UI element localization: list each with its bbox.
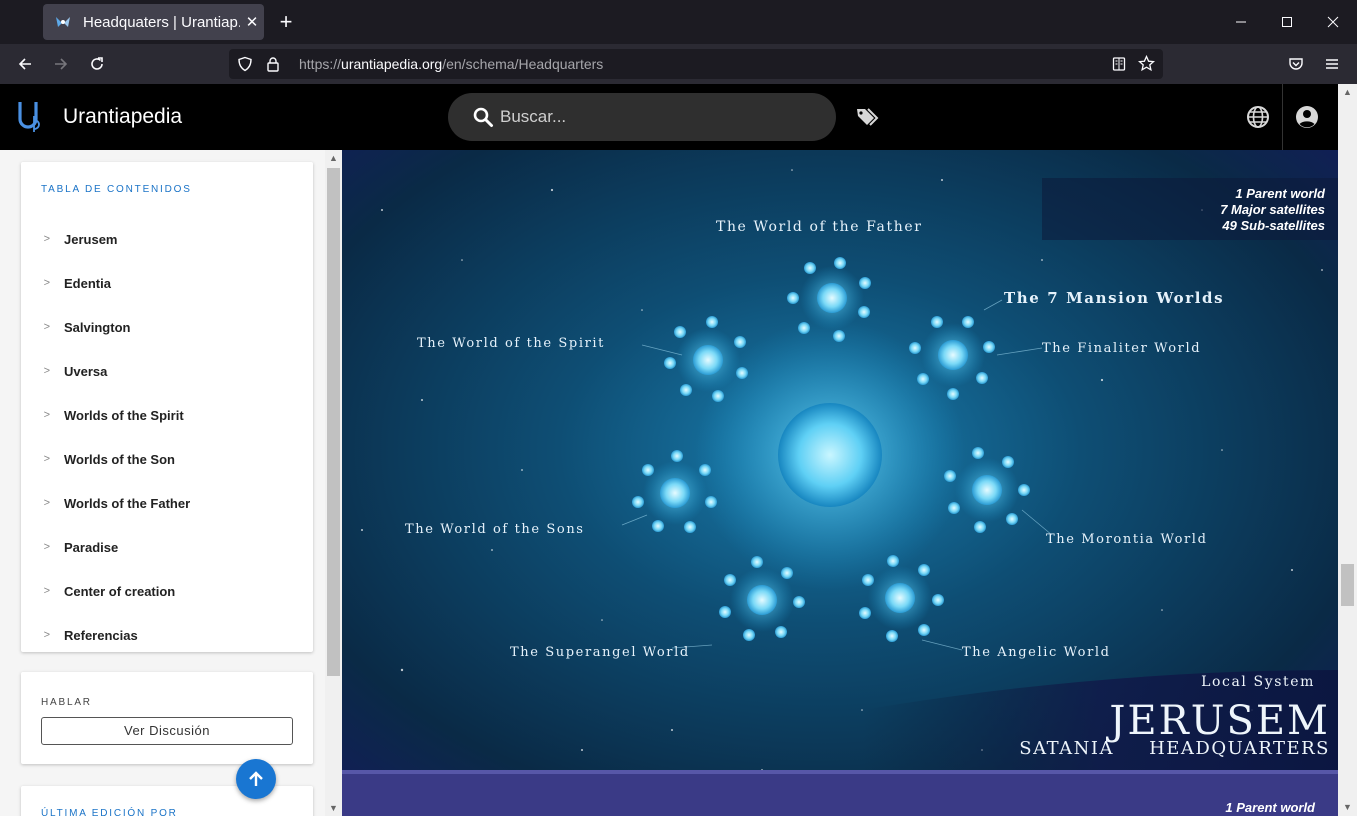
info-major-satellites: 7 Major satellites [1220,202,1325,217]
label-headquarters: HEADQUARTERS [1149,738,1330,759]
chevron-right-icon: > [43,409,50,421]
chevron-right-icon: > [43,629,50,641]
urantiapedia-logo[interactable] [17,99,51,133]
last-edit-title: ÚLTIMA EDICIÓN POR [41,808,178,816]
toc-item-edentia[interactable]: > Edentia [21,261,313,305]
label-mansion-worlds: The 7 Mansion Worlds [1004,289,1224,307]
chevron-right-icon: > [43,541,50,553]
label-finaliter-world: The Finaliter World [1042,341,1201,356]
new-tab-icon[interactable]: + [274,10,298,34]
close-tab-icon[interactable]: ✕ [240,13,264,31]
toc-item-label: Worlds of the Son [64,451,175,467]
chevron-right-icon: > [43,585,50,597]
pocket-icon[interactable] [1284,52,1308,76]
lock-icon[interactable] [265,56,281,72]
scroll-up-arrow-icon[interactable]: ▲ [324,150,343,166]
account-icon[interactable] [1295,105,1319,129]
toc-item-label: Paradise [64,539,119,555]
chevron-right-icon: > [43,453,50,465]
chevron-right-icon: > [43,365,50,377]
toc-item-label: Salvington [64,319,131,335]
maximize-icon[interactable] [1264,0,1310,44]
url-text[interactable]: https://urantiapedia.org/en/schema/Headq… [299,56,603,72]
sidebar-scrollbar[interactable]: ▲ ▼ [325,150,342,816]
scroll-down-arrow-icon[interactable]: ▼ [324,800,343,816]
chevron-right-icon: > [43,277,50,289]
toc-item-worlds-of-the-spirit[interactable]: > Worlds of the Spirit [21,393,313,437]
forward-icon[interactable] [49,52,73,76]
label-superangel-world: The Superangel World [510,645,690,660]
site-header: Urantiapedia [0,84,1357,150]
toc-item-label: Referencias [64,627,138,643]
globe-language-icon[interactable] [1246,105,1270,129]
page-scrollbar-thumb[interactable] [1341,564,1354,606]
header-divider [1282,84,1283,150]
reload-icon[interactable] [85,52,109,76]
toc-item-center-of-creation[interactable]: > Center of creation [21,569,313,613]
toc-item-label: Jerusem [64,231,118,247]
toc-item-uversa[interactable]: > Uversa [21,349,313,393]
label-world-of-the-father: The World of the Father [716,219,923,235]
label-satania: SATANIA [1019,738,1114,759]
label-morontia-world: The Morontia World [1046,532,1208,547]
scroll-to-top-button[interactable] [236,759,276,799]
view-discussion-button[interactable]: Ver Discusión [41,717,293,745]
toc-item-label: Edentia [64,275,111,291]
address-bar[interactable]: https://urantiapedia.org/en/schema/Headq… [229,49,1163,79]
label-world-of-the-sons: The World of the Sons [405,522,585,537]
toc-item-worlds-of-the-son[interactable]: > Worlds of the Son [21,437,313,481]
reader-view-icon[interactable] [1111,56,1127,72]
info-parent-world: 1 Parent world [1235,186,1326,201]
talk-card: HABLAR Ver Discusión [21,672,313,764]
talk-title: HABLAR [41,697,92,708]
toc-item-label: Worlds of the Father [64,495,191,511]
page-scroll-up-icon[interactable]: ▲ [1338,84,1357,100]
chevron-right-icon: > [43,497,50,509]
tab-title: Headquaters | Urantiap.. [83,13,240,31]
page-scrollbar[interactable]: ▲ ▼ [1338,84,1357,816]
browser-tab-bar: Headquaters | Urantiap.. ✕ + [0,0,1357,44]
label-local-system: Local System [1201,674,1315,690]
jerusem-diagram-image: The World of the Father The 7 Mansion Wo… [342,150,1338,816]
close-window-icon[interactable] [1310,0,1356,44]
chevron-right-icon: > [43,321,50,333]
toc-item-referencias[interactable]: > Referencias [21,613,313,657]
label-angelic-world: The Angelic World [962,645,1111,660]
toc-item-paradise[interactable]: > Paradise [21,525,313,569]
toc-item-label: Worlds of the Spirit [64,407,184,423]
back-icon[interactable] [13,52,37,76]
urantiapedia-favicon-icon [56,17,70,27]
arrow-up-icon [249,771,263,786]
page-scroll-down-icon[interactable]: ▼ [1338,799,1357,815]
table-of-contents-card: TABLA DE CONTENIDOS > Jerusem > Edentia > S… [21,162,313,652]
info-sub-satellites: 49 Sub-satellites [1221,218,1325,233]
toc-item-worlds-of-the-father[interactable]: > Worlds of the Father [21,481,313,525]
minimize-icon[interactable] [1218,0,1264,44]
sidebar: TABLA DE CONTENIDOS > Jerusem > Edentia > S… [0,150,325,816]
toc-item-jerusem[interactable]: > Jerusem [21,217,313,261]
browser-nav-bar: https://urantiapedia.org/en/schema/Headq… [0,44,1357,84]
brand-name[interactable]: Urantiapedia [63,105,182,129]
toc-item-salvington[interactable]: > Salvington [21,305,313,349]
tags-icon[interactable] [856,107,880,127]
bookmark-star-icon[interactable] [1138,55,1155,72]
search-input[interactable] [500,104,800,130]
toc-item-label: Uversa [64,363,108,379]
sidebar-scrollbar-thumb[interactable] [327,168,340,676]
toc-title: TABLA DE CONTENIDOS [41,184,192,195]
next-info-parent-world: 1 Parent world [1225,800,1316,815]
shield-icon[interactable] [237,56,253,72]
search-box[interactable] [448,93,836,141]
label-world-of-the-spirit: The World of the Spirit [417,336,605,351]
search-icon [473,107,493,127]
browser-tab[interactable]: Headquaters | Urantiap.. ✕ [43,4,264,40]
toc-item-label: Center of creation [64,583,176,599]
menu-icon[interactable] [1320,52,1344,76]
chevron-right-icon: > [43,233,50,245]
